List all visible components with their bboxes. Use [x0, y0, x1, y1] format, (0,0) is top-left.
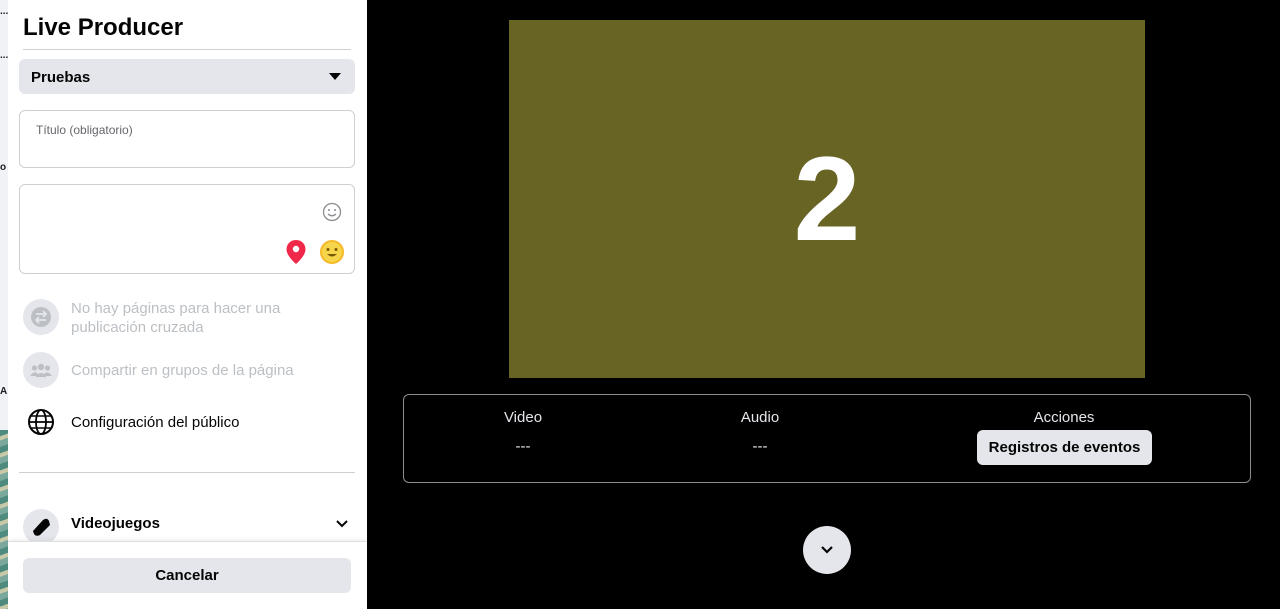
gamepad-icon	[23, 509, 59, 545]
expand-button[interactable]	[803, 526, 851, 574]
divider	[19, 472, 355, 473]
app-root: ... ... o A Live Producer Pruebas Título…	[0, 0, 1280, 609]
option-label: Compartir en grupos de la página	[71, 362, 294, 379]
divider	[23, 49, 351, 50]
background-image	[0, 430, 8, 609]
games-label: Videojuegos	[71, 515, 160, 532]
chevron-down-icon	[821, 546, 833, 554]
background-page: ... ... o A	[0, 0, 8, 609]
option-share-groups: Compartir en grupos de la página	[23, 352, 353, 388]
live-producer-panel: Live Producer Pruebas Título (obligatori…	[8, 0, 367, 609]
audio-value: ---	[752, 438, 768, 455]
page-title: Live Producer	[23, 14, 184, 41]
actions-label: Acciones	[1033, 409, 1095, 426]
games-section[interactable]: Videojuegos	[23, 505, 353, 545]
description-field[interactable]	[19, 184, 355, 274]
option-label: No hay páginas para hacer una publicació…	[71, 300, 281, 336]
chevron-down-icon	[336, 520, 348, 528]
option-audience-settings[interactable]: Configuración del público	[23, 404, 353, 440]
title-field[interactable]: Título (obligatorio)	[19, 110, 355, 168]
description-input[interactable]	[32, 195, 312, 245]
title-field-placeholder: Título (obligatorio)	[36, 123, 133, 137]
emoji-picker-icon[interactable]	[322, 202, 342, 222]
countdown-number: 2	[793, 132, 861, 266]
event-logs-button[interactable]: Registros de eventos	[977, 430, 1152, 465]
background-fragment: o	[0, 162, 7, 173]
option-crosspost: No hay páginas para hacer una publicació…	[23, 299, 353, 339]
video-value: ---	[515, 438, 531, 455]
background-fragment: ...	[0, 6, 8, 17]
video-label: Video	[503, 409, 543, 426]
background-fragment: A	[0, 386, 8, 397]
page-selector[interactable]: Pruebas	[19, 59, 355, 94]
page-selector-value: Pruebas	[31, 69, 91, 86]
background-fragment: ...	[0, 50, 8, 61]
video-preview: 2	[509, 20, 1145, 378]
panel-footer: Cancelar	[8, 541, 367, 609]
feeling-activity-icon[interactable]	[319, 239, 345, 265]
crosspost-icon	[23, 299, 59, 335]
cancel-button[interactable]: Cancelar	[23, 558, 351, 593]
location-pin-icon[interactable]	[285, 239, 307, 265]
title-input[interactable]	[36, 141, 336, 161]
globe-icon	[23, 404, 59, 440]
audio-label: Audio	[740, 409, 780, 426]
caret-down-icon	[329, 73, 341, 80]
groups-icon	[23, 352, 59, 388]
stream-health-panel: Video --- Audio --- Acciones Registros d…	[403, 394, 1251, 483]
option-label: Configuración del público	[71, 414, 240, 431]
